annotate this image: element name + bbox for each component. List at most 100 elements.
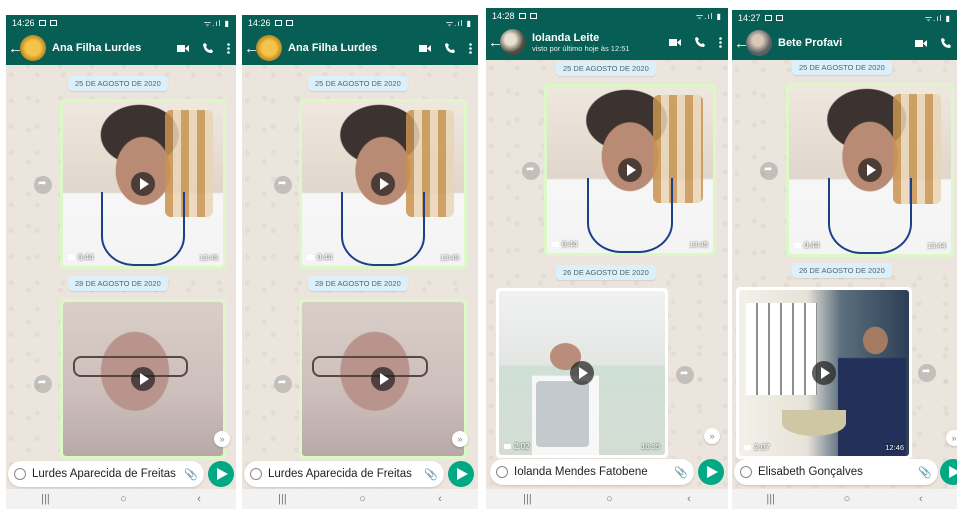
message-input-bar[interactable]: Iolanda Mendes Fatobene 📎 [490, 459, 694, 485]
message-input[interactable]: Elisabeth Gonçalves [758, 466, 914, 478]
attach-icon[interactable]: 📎 [184, 468, 198, 481]
emoji-icon[interactable] [14, 468, 26, 480]
video-message[interactable]: 2:07 12:46 [736, 287, 912, 459]
video-message[interactable]: 0:44 13:45 [299, 99, 467, 269]
play-icon[interactable] [131, 367, 155, 391]
video-duration: 0:44 [68, 253, 94, 262]
home-icon[interactable]: ○ [120, 493, 127, 505]
nav-back-icon[interactable]: ‹ [197, 493, 201, 505]
video-call-icon[interactable] [177, 44, 189, 53]
play-icon[interactable] [858, 158, 882, 182]
message-time: 13:44 [927, 241, 946, 250]
contact-name: Ana Filha Lurdes [288, 42, 378, 54]
last-seen: visto por último hoje às 12:51 [532, 43, 630, 53]
play-icon[interactable] [618, 158, 642, 182]
phone-screen-1: 14:26 ᯤ.ıl ▮ ← Ana Filha Lurdes 25 DE AG… [6, 15, 236, 509]
status-bar: 14:28 ᯤ.ıl ▮ [486, 8, 728, 24]
message-input[interactable]: Iolanda Mendes Fatobene [514, 466, 670, 478]
share-icon[interactable] [274, 375, 292, 393]
nav-back-icon[interactable]: ‹ [919, 493, 923, 505]
contact-info[interactable]: Ana Filha Lurdes [288, 42, 419, 54]
scroll-down-icon[interactable]: » [946, 430, 957, 446]
share-icon[interactable] [34, 176, 52, 194]
send-button[interactable] [208, 461, 234, 487]
contact-name: Iolanda Leite [532, 31, 600, 44]
attach-icon[interactable]: 📎 [424, 468, 438, 481]
avatar[interactable] [256, 35, 282, 61]
scroll-down-icon[interactable]: » [704, 428, 720, 444]
recents-icon[interactable]: ||| [278, 493, 287, 505]
video-message[interactable]: 0:44 13:45 [544, 84, 716, 256]
share-icon[interactable] [676, 366, 694, 384]
emoji-icon[interactable] [250, 468, 262, 480]
phone-icon[interactable] [941, 38, 951, 48]
avatar[interactable] [500, 29, 526, 55]
more-vert-icon[interactable] [719, 36, 722, 48]
scroll-down-icon[interactable]: » [452, 431, 468, 447]
message-input-bar[interactable]: Lurdes Aparecida de Freitas 📎 [244, 461, 444, 487]
back-arrow-icon[interactable]: ← [488, 34, 503, 51]
share-icon[interactable] [760, 162, 778, 180]
recents-icon[interactable]: ||| [523, 493, 532, 505]
back-arrow-icon[interactable]: ← [734, 35, 749, 52]
contact-info[interactable]: Bete Profavi [778, 37, 915, 49]
recents-icon[interactable]: ||| [41, 493, 50, 505]
message-input[interactable]: Lurdes Aparecida de Freitas [32, 468, 180, 480]
video-message[interactable] [299, 299, 467, 459]
clock: 14:26 [12, 18, 35, 28]
emoji-icon[interactable] [740, 466, 752, 478]
avatar[interactable] [746, 30, 772, 56]
video-duration: 0:44 [552, 240, 578, 249]
phone-icon[interactable] [695, 37, 705, 47]
home-icon[interactable]: ○ [606, 493, 613, 505]
back-arrow-icon[interactable]: ← [8, 40, 23, 57]
play-icon[interactable] [371, 172, 395, 196]
home-icon[interactable]: ○ [359, 493, 366, 505]
phone-icon[interactable] [445, 43, 455, 53]
phone-icon[interactable] [203, 43, 213, 53]
video-duration: 0:44 [794, 241, 820, 250]
send-button[interactable] [448, 461, 474, 487]
video-message[interactable] [60, 299, 226, 459]
video-call-icon[interactable] [669, 38, 681, 47]
message-time: 13:45 [199, 253, 218, 262]
nav-back-icon[interactable]: ‹ [687, 493, 691, 505]
play-icon[interactable] [131, 172, 155, 196]
play-icon[interactable] [570, 361, 594, 385]
video-message[interactable]: 0:44 13:45 [60, 99, 226, 269]
more-vert-icon[interactable] [469, 42, 472, 54]
contact-info[interactable]: Iolanda Leite visto por último hoje às 1… [532, 32, 669, 53]
nav-back-icon[interactable]: ‹ [438, 493, 442, 505]
date-chip: 25 DE AGOSTO DE 2020 [308, 76, 408, 91]
scroll-down-icon[interactable]: » [214, 431, 230, 447]
send-button[interactable] [698, 459, 724, 485]
chat-header: ← Ana Filha Lurdes [6, 31, 236, 65]
date-chip: 25 DE AGOSTO DE 2020 [68, 76, 168, 91]
share-icon[interactable] [522, 162, 540, 180]
video-call-icon[interactable] [915, 39, 927, 48]
video-duration: 0:44 [307, 253, 333, 262]
share-icon[interactable] [918, 364, 936, 382]
avatar[interactable] [20, 35, 46, 61]
home-icon[interactable]: ○ [844, 493, 851, 505]
share-icon[interactable] [274, 176, 292, 194]
attach-icon[interactable]: 📎 [918, 466, 932, 479]
message-input-bar[interactable]: Lurdes Aparecida de Freitas 📎 [8, 461, 204, 487]
emoji-icon[interactable] [496, 466, 508, 478]
back-arrow-icon[interactable]: ← [244, 40, 259, 57]
message-input[interactable]: Lurdes Aparecida de Freitas [268, 468, 420, 480]
play-icon[interactable] [812, 361, 836, 385]
attach-icon[interactable]: 📎 [674, 466, 688, 479]
more-vert-icon[interactable] [227, 42, 230, 54]
message-input-bar[interactable]: Elisabeth Gonçalves 📎 [734, 459, 938, 485]
video-message[interactable]: 2:02 10:35 [496, 288, 668, 458]
recents-icon[interactable]: ||| [766, 493, 775, 505]
phone-screen-4: 14:27 ᯤ.ıl ▮ ← Bete Profavi 25 DE AGOSTO… [732, 10, 957, 509]
play-icon[interactable] [371, 367, 395, 391]
clock: 14:28 [492, 11, 515, 21]
share-icon[interactable] [34, 375, 52, 393]
contact-info[interactable]: Ana Filha Lurdes [52, 42, 177, 54]
status-bar: 14:26 ᯤ.ıl ▮ [6, 15, 236, 31]
video-message[interactable]: 0:44 13:44 [786, 83, 954, 257]
video-call-icon[interactable] [419, 44, 431, 53]
